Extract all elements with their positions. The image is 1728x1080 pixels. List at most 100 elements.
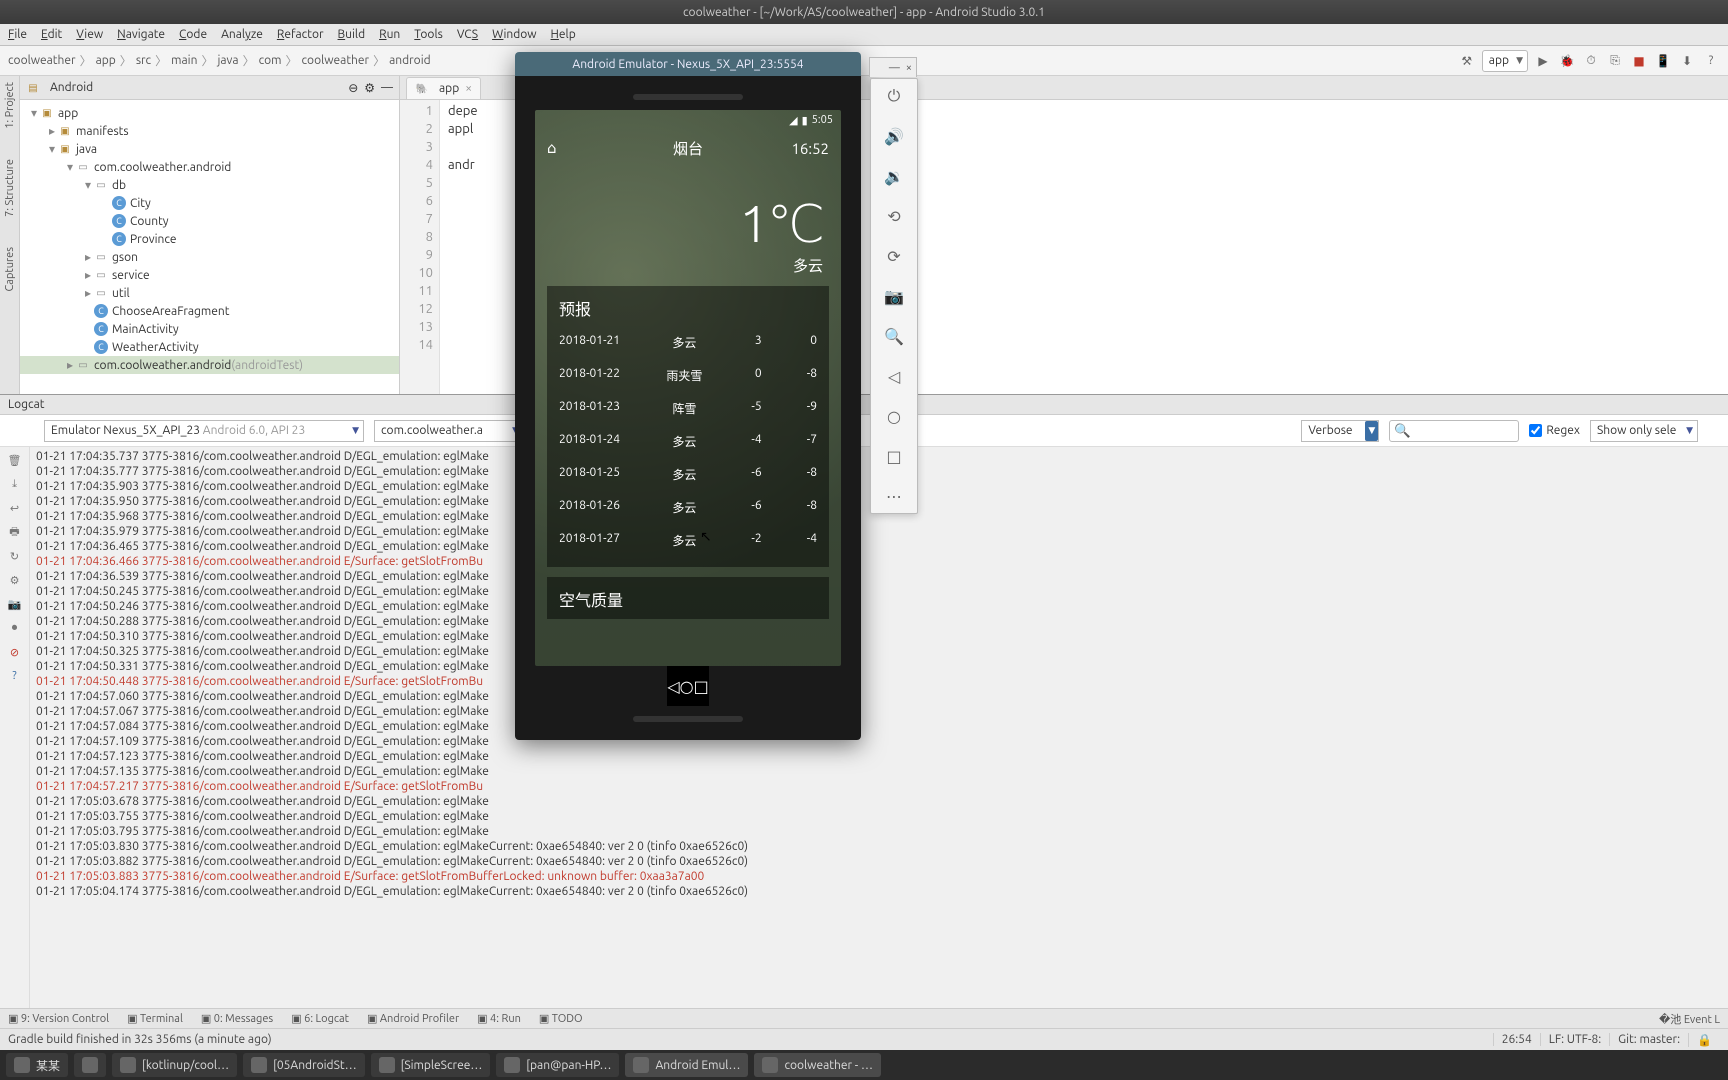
log-line[interactable]: 01-21 17:04:35.979 3775-3816/com.coolwea…: [36, 524, 1722, 539]
log-level-selector[interactable]: Verbose: [1301, 420, 1379, 442]
log-line[interactable]: 01-21 17:04:50.245 3775-3816/com.coolwea…: [36, 584, 1722, 599]
menu-analyze[interactable]: Analyze: [221, 28, 263, 41]
tree-node[interactable]: CCounty: [20, 212, 399, 230]
zoom-icon[interactable]: 🔍: [883, 325, 905, 347]
stop-button[interactable]: ■: [1630, 52, 1648, 70]
settings-icon[interactable]: ⚙: [6, 571, 24, 589]
structure-tool-button[interactable]: 7: Structure: [4, 159, 16, 217]
menu-tools[interactable]: Tools: [414, 28, 443, 41]
tree-node[interactable]: ▾▭com.coolweather.android: [20, 158, 399, 176]
tool-4-run[interactable]: ▣ 4: Run: [477, 1012, 521, 1025]
close-icon[interactable]: ×: [906, 62, 912, 74]
tree-node[interactable]: ▾▣java: [20, 140, 399, 158]
help-icon[interactable]: ?: [6, 667, 24, 685]
filter-selector[interactable]: Show only sele: [1590, 420, 1698, 442]
disclosure-triangle[interactable]: ▾: [64, 160, 76, 174]
log-line[interactable]: 01-21 17:04:50.448 3775-3816/com.coolwea…: [36, 674, 1722, 689]
regex-checkbox[interactable]: Regex: [1529, 424, 1580, 437]
soft-wrap-icon[interactable]: ↩: [6, 499, 24, 517]
tree-node[interactable]: ▸▭util: [20, 284, 399, 302]
crumb-java[interactable]: java: [217, 54, 238, 67]
disclosure-triangle[interactable]: ▸: [46, 124, 58, 138]
help-icon[interactable]: ?: [1702, 52, 1720, 70]
camera-icon[interactable]: 📷: [6, 595, 24, 613]
tree-node[interactable]: ▾▣app: [20, 104, 399, 122]
log-line[interactable]: 01-21 17:04:57.217 3775-3816/com.coolwea…: [36, 779, 1722, 794]
back-icon[interactable]: ◁: [883, 365, 905, 387]
minimize-icon[interactable]: —: [889, 62, 900, 74]
device-selector[interactable]: Emulator Nexus_5X_API_23 Android 6.0, AP…: [44, 420, 364, 442]
log-line[interactable]: 01-21 17:05:03.883 3775-3816/com.coolwea…: [36, 869, 1722, 884]
log-line[interactable]: 01-21 17:04:57.084 3775-3816/com.coolwea…: [36, 719, 1722, 734]
overview-icon[interactable]: □: [883, 445, 905, 467]
log-line[interactable]: 01-21 17:05:03.882 3775-3816/com.coolwea…: [36, 854, 1722, 869]
log-output[interactable]: 01-21 17:04:35.737 3775-3816/com.coolwea…: [30, 447, 1728, 1008]
event-log-button[interactable]: �池 Event L: [1659, 1011, 1720, 1027]
logcat-tab[interactable]: Logcat: [0, 395, 1728, 415]
rotate-left-icon[interactable]: ⟲: [883, 205, 905, 227]
disclosure-triangle[interactable]: ▸: [82, 250, 94, 264]
disclosure-triangle[interactable]: ▾: [82, 178, 94, 192]
crumb-coolweather[interactable]: coolweather: [302, 54, 370, 67]
tree-node[interactable]: ▸▣manifests: [20, 122, 399, 140]
caret-position[interactable]: 26:54: [1493, 1033, 1540, 1046]
tree-node[interactable]: ▸▭gson: [20, 248, 399, 266]
log-line[interactable]: 01-21 17:04:50.310 3775-3816/com.coolwea…: [36, 629, 1722, 644]
project-tree[interactable]: ▾▣app▸▣manifests▾▣java▾▭com.coolweather.…: [20, 100, 399, 394]
tool-todo[interactable]: ▣ TODO: [539, 1012, 583, 1025]
taskbar-item[interactable]: 某某: [6, 1053, 68, 1077]
nav-home[interactable]: ○: [680, 677, 694, 696]
power-icon[interactable]: ⏻: [883, 85, 905, 107]
log-line[interactable]: 01-21 17:04:57.060 3775-3816/com.coolwea…: [36, 689, 1722, 704]
log-line[interactable]: 01-21 17:04:57.123 3775-3816/com.coolwea…: [36, 749, 1722, 764]
project-scope[interactable]: Android: [50, 81, 93, 94]
taskbar-item[interactable]: [05AndroidSt…: [243, 1053, 365, 1077]
log-line[interactable]: 01-21 17:04:57.067 3775-3816/com.coolwea…: [36, 704, 1722, 719]
log-line[interactable]: 01-21 17:04:57.109 3775-3816/com.coolwea…: [36, 734, 1722, 749]
tool-0-messages[interactable]: ▣ 0: Messages: [201, 1012, 273, 1025]
crumb-coolweather[interactable]: coolweather: [8, 54, 76, 67]
project-tool-button[interactable]: 1: Project: [4, 82, 16, 129]
log-line[interactable]: 01-21 17:04:50.331 3775-3816/com.coolwea…: [36, 659, 1722, 674]
volume-down-icon[interactable]: 🔉: [883, 165, 905, 187]
encoding[interactable]: LF: UTF-8:: [1540, 1033, 1609, 1046]
lock-icon[interactable]: 🔒: [1688, 1033, 1720, 1047]
menu-build[interactable]: Build: [338, 28, 366, 41]
taskbar-item[interactable]: [74, 1053, 106, 1077]
menu-edit[interactable]: Edit: [41, 28, 62, 41]
menu-file[interactable]: File: [8, 28, 27, 41]
collapse-icon[interactable]: ⊖: [348, 81, 358, 95]
volume-up-icon[interactable]: 🔊: [883, 125, 905, 147]
captures-tool-button[interactable]: Captures: [4, 247, 16, 291]
tree-node[interactable]: ▸▭com.coolweather.android (androidTest): [20, 356, 399, 374]
taskbar-item[interactable]: Android Emul…: [625, 1053, 748, 1077]
crumb-com[interactable]: com: [259, 54, 282, 67]
tool-9-version-control[interactable]: ▣ 9: Version Control: [8, 1012, 109, 1025]
menu-run[interactable]: Run: [379, 28, 400, 41]
rotate-right-icon[interactable]: ⟳: [883, 245, 905, 267]
log-line[interactable]: 01-21 17:04:36.539 3775-3816/com.coolwea…: [36, 569, 1722, 584]
nav-recents[interactable]: □: [694, 677, 709, 696]
tool-terminal[interactable]: ▣ Terminal: [127, 1012, 183, 1025]
log-line[interactable]: 01-21 17:05:04.174 3775-3816/com.coolwea…: [36, 884, 1722, 899]
editor-tab-app[interactable]: 🐘 app ×: [406, 77, 481, 99]
crumb-src[interactable]: src: [136, 54, 151, 67]
log-line[interactable]: 01-21 17:05:03.830 3775-3816/com.coolwea…: [36, 839, 1722, 854]
run-config-selector[interactable]: app: [1482, 50, 1528, 72]
tree-node[interactable]: ▾▭db: [20, 176, 399, 194]
disclosure-triangle[interactable]: ▸: [64, 358, 76, 372]
tree-node[interactable]: ▸▭service: [20, 266, 399, 284]
tree-node[interactable]: CChooseAreaFragment: [20, 302, 399, 320]
close-tab-icon[interactable]: ×: [465, 82, 472, 95]
taskbar-item[interactable]: [pan@pan-HP…: [496, 1053, 619, 1077]
breadcrumb[interactable]: coolweather〉app〉src〉main〉java〉com〉coolwe…: [8, 52, 431, 69]
tree-node[interactable]: CProvince: [20, 230, 399, 248]
log-line[interactable]: 01-21 17:05:03.678 3775-3816/com.coolwea…: [36, 794, 1722, 809]
log-search-input[interactable]: [1389, 420, 1519, 442]
log-line[interactable]: 01-21 17:04:50.325 3775-3816/com.coolwea…: [36, 644, 1722, 659]
emulator-titlebar[interactable]: Android Emulator - Nexus_5X_API_23:5554: [515, 52, 861, 76]
git-branch[interactable]: Git: master:: [1609, 1033, 1688, 1046]
disclosure-triangle[interactable]: ▸: [82, 268, 94, 282]
record-icon[interactable]: ⏺: [6, 619, 24, 637]
menu-vcs[interactable]: VCS: [457, 28, 478, 41]
